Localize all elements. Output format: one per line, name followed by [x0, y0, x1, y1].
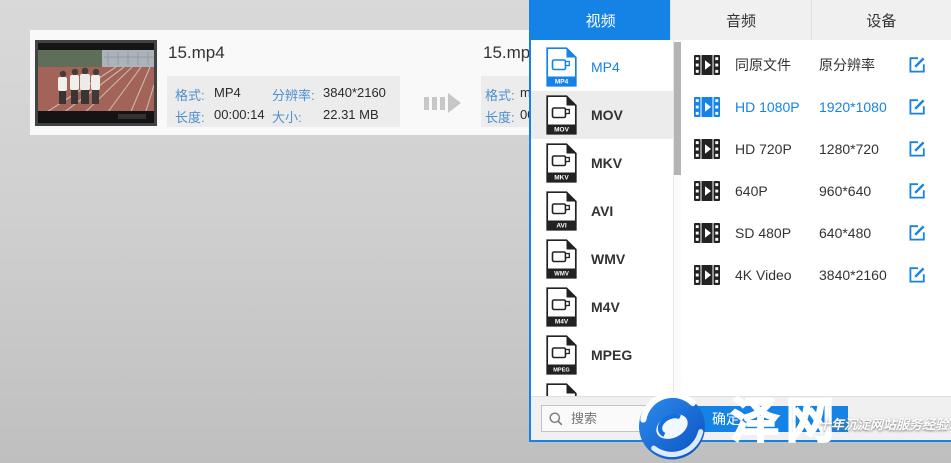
format-popup: 视频 音频 设备 MP4 MP4	[529, 0, 951, 442]
edit-preset-icon[interactable]	[907, 223, 927, 243]
format-label: M4V	[591, 299, 620, 315]
format-option-mkv[interactable]: MKV MKV	[531, 139, 673, 187]
source-file-title: 15.mp4	[168, 43, 225, 63]
preset-row-4k[interactable]: 4K Video 3840*2160	[681, 254, 951, 296]
video-thumbnail-image	[38, 43, 154, 123]
edit-preset-icon[interactable]	[907, 181, 927, 201]
popup-body: MP4 MP4 MOV MOV	[531, 40, 951, 396]
app-window: 15.mp4 格式: MP4 分辨率: 3840*2160 长度: 00:00:…	[0, 0, 951, 463]
video-file-icon: WMV	[546, 239, 577, 279]
duration-label: 长度:	[485, 107, 515, 126]
video-thumbnail[interactable]	[35, 40, 157, 126]
film-strip-icon	[694, 265, 720, 285]
confirm-button[interactable]: 确定	[688, 406, 848, 432]
format-label: AVI	[591, 203, 613, 219]
edit-preset-icon[interactable]	[907, 55, 927, 75]
svg-text:M4V: M4V	[555, 319, 569, 326]
preset-row-hd1080p[interactable]: HD 1080P 1920*1080	[681, 86, 951, 128]
preset-resolution: 1920*1080	[819, 99, 907, 115]
svg-text:WMV: WMV	[554, 272, 569, 278]
edit-preset-icon[interactable]	[907, 97, 927, 117]
format-list: MP4 MP4 MOV MOV	[531, 40, 673, 396]
format-option-partial[interactable]	[531, 379, 673, 396]
film-strip-icon	[694, 223, 720, 243]
resolution-value: 3840*2160	[323, 85, 386, 100]
format-label: MPEG	[591, 347, 632, 363]
preset-name: HD 720P	[735, 141, 819, 157]
film-strip-icon	[694, 181, 720, 201]
preset-name: 同原文件	[735, 55, 819, 75]
video-file-icon: M4V	[546, 287, 577, 327]
format-option-wmv[interactable]: WMV WMV	[531, 235, 673, 283]
preset-panel: 同原文件 原分辨率 HD 1080P 1920*1080	[681, 40, 951, 396]
film-strip-icon	[694, 97, 720, 117]
video-file-icon: MP4	[546, 47, 577, 87]
svg-text:MKV: MKV	[554, 175, 569, 182]
preset-resolution: 原分辨率	[819, 55, 907, 75]
popup-tab-bar: 视频 音频 设备	[531, 0, 951, 40]
format-label: MP4	[591, 59, 620, 75]
svg-text:MOV: MOV	[554, 127, 569, 134]
video-file-icon	[546, 383, 577, 396]
format-option-avi[interactable]: AVI AVI	[531, 187, 673, 235]
video-file-icon: AVI	[546, 191, 577, 231]
film-strip-icon	[694, 139, 720, 159]
preset-row-sd480p[interactable]: SD 480P 640*480	[681, 212, 951, 254]
preset-resolution: 3840*2160	[819, 267, 907, 283]
svg-text:MP4: MP4	[555, 79, 569, 86]
format-option-mp4[interactable]: MP4 MP4	[531, 43, 673, 91]
search-input[interactable]	[569, 410, 661, 427]
format-label: 格式:	[485, 85, 515, 104]
preset-resolution: 1280*720	[819, 141, 907, 157]
format-label: WMV	[591, 251, 625, 267]
format-option-mpeg[interactable]: MPEG MPEG	[531, 331, 673, 379]
tab-audio[interactable]: 音频	[670, 0, 810, 40]
tab-video[interactable]: 视频	[531, 0, 670, 40]
preset-row-original[interactable]: 同原文件 原分辨率	[681, 44, 951, 86]
format-label: MOV	[591, 107, 623, 123]
format-label: MKV	[591, 155, 622, 171]
preset-row-hd720p[interactable]: HD 720P 1280*720	[681, 128, 951, 170]
video-file-icon: MKV	[546, 143, 577, 183]
video-file-icon: MPEG	[546, 335, 577, 375]
format-label: 格式:	[175, 85, 205, 104]
film-strip-icon	[694, 55, 720, 75]
preset-name: SD 480P	[735, 225, 819, 241]
format-option-mov[interactable]: MOV MOV	[531, 91, 673, 139]
video-file-icon: MOV	[546, 95, 577, 135]
popup-bottom-bar: 确定	[531, 396, 951, 440]
format-value: MP4	[214, 85, 241, 100]
preset-row-640p[interactable]: 640P 960*640	[681, 170, 951, 212]
duration-label: 长度:	[175, 107, 205, 126]
source-info-box: 格式: MP4 分辨率: 3840*2160 长度: 00:00:14 大小: …	[167, 76, 400, 127]
search-box[interactable]	[541, 405, 669, 432]
resolution-label: 分辨率:	[272, 85, 315, 104]
preset-name: 640P	[735, 183, 819, 199]
tab-device[interactable]: 设备	[811, 0, 951, 40]
size-label: 大小:	[272, 107, 302, 126]
scrollbar-thumb[interactable]	[674, 42, 681, 175]
preset-name: 4K Video	[735, 267, 819, 283]
preset-name: HD 1080P	[735, 99, 819, 115]
duration-value: 00:00:14	[214, 107, 265, 122]
edit-preset-icon[interactable]	[907, 139, 927, 159]
preset-resolution: 640*480	[819, 225, 907, 241]
size-value: 22.31 MB	[323, 107, 379, 122]
search-icon	[548, 411, 564, 427]
edit-preset-icon[interactable]	[907, 265, 927, 285]
format-list-scrollbar[interactable]	[673, 40, 681, 396]
format-option-m4v[interactable]: M4V M4V	[531, 283, 673, 331]
svg-text:MPEG: MPEG	[553, 368, 569, 374]
convert-arrow-icon	[424, 93, 461, 113]
preset-resolution: 960*640	[819, 183, 907, 199]
svg-text:AVI: AVI	[556, 223, 567, 230]
